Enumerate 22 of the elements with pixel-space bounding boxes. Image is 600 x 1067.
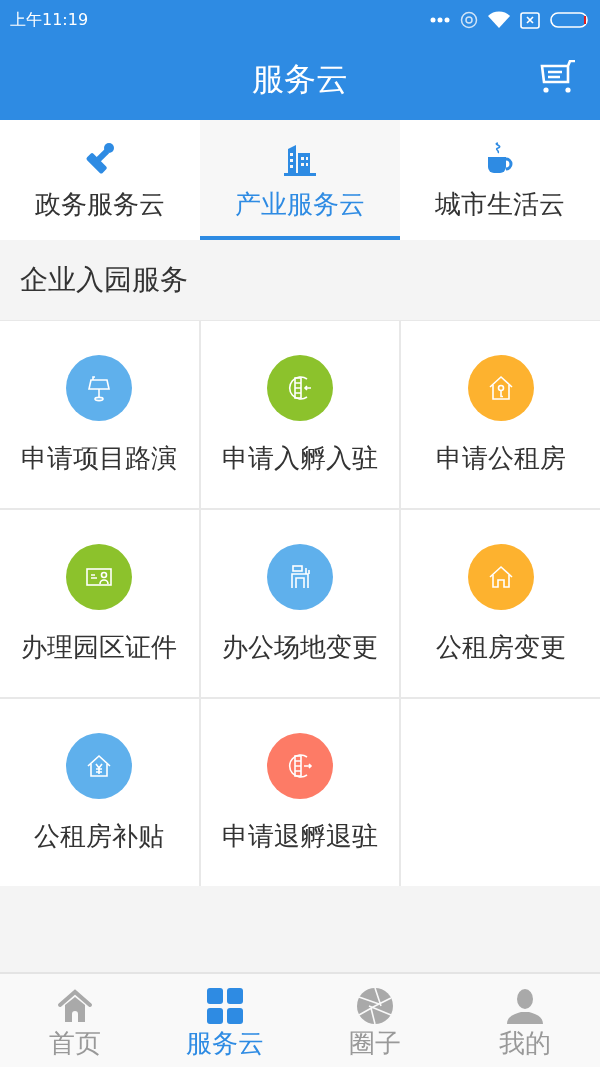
- battery-icon: [550, 12, 590, 28]
- service-tile[interactable]: 申请公租房: [401, 321, 600, 508]
- status-time: 上午11:19: [10, 9, 89, 31]
- aperture-icon: [357, 988, 393, 1024]
- service-tile[interactable]: 办公场地变更: [200, 510, 400, 697]
- person-icon: [507, 988, 543, 1024]
- service-tile[interactable]: 公租房补贴: [0, 699, 199, 886]
- page-title: 服务云: [252, 59, 348, 100]
- service-tile[interactable]: 申请入孵入驻: [200, 321, 400, 508]
- hotspot-icon: [460, 11, 478, 29]
- more-dots-icon: [430, 17, 450, 23]
- service-tile[interactable]: 公租房变更: [401, 510, 600, 697]
- home-icon: [57, 988, 93, 1024]
- service-tile[interactable]: 申请退孵退驻: [200, 699, 400, 886]
- service-tile[interactable]: 申请项目路演: [0, 321, 199, 508]
- wifi-icon: [488, 11, 510, 29]
- grid-icon: [207, 988, 243, 1024]
- no-sim-icon: [520, 11, 540, 29]
- cart-icon: [540, 60, 576, 94]
- tab[interactable]: 城市生活云: [400, 120, 600, 240]
- service-tile[interactable]: 办理园区证件: [0, 510, 199, 697]
- tab[interactable]: 政务服务云: [0, 120, 200, 240]
